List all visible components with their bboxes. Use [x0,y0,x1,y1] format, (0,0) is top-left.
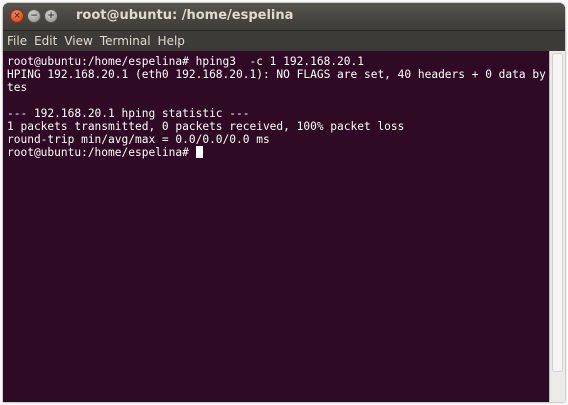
prompt-line: root@ubuntu:/home/espelina# [7,146,549,159]
menu-file[interactable]: File [3,34,30,48]
terminal-line: root@ubuntu:/home/espelina# hping3 -c 1 … [7,55,364,68]
terminal-line: --- 192.168.20.1 hping statistic --- [7,107,250,120]
close-icon: × [13,10,21,21]
menu-edit[interactable]: Edit [30,34,60,48]
menu-help[interactable]: Help [154,34,188,48]
window-title: root@ubuntu: /home/espelina [76,8,294,23]
title-bar[interactable]: × − + root@ubuntu: /home/espelina [3,3,565,31]
maximize-icon: + [47,10,55,21]
minimize-icon: − [30,10,38,21]
maximize-window-button[interactable]: + [44,9,58,23]
shell-prompt: root@ubuntu:/home/espelina# [7,146,196,159]
vertical-scrollbar[interactable] [549,51,565,402]
terminal-line: HPING 192.168.20.1 (eth0 192.168.20.1): … [7,68,546,81]
terminal-line: 1 packets transmitted, 0 packets receive… [7,120,405,133]
terminal-window: × − + root@ubuntu: /home/espelina File E… [3,3,565,402]
scrollbar-thumb[interactable] [552,53,563,372]
close-window-button[interactable]: × [10,9,24,23]
text-cursor [195,146,203,158]
terminal-line: tes [7,81,28,94]
terminal-output[interactable]: root@ubuntu:/home/espelina# hping3 -c 1 … [3,51,549,402]
menu-terminal[interactable]: Terminal [96,34,154,48]
menu-bar: File Edit View Terminal Help [3,31,565,51]
terminal-line: round-trip min/avg/max = 0.0/0.0/0.0 ms [7,133,270,146]
minimize-window-button[interactable]: − [27,9,41,23]
menu-view[interactable]: View [60,34,95,48]
